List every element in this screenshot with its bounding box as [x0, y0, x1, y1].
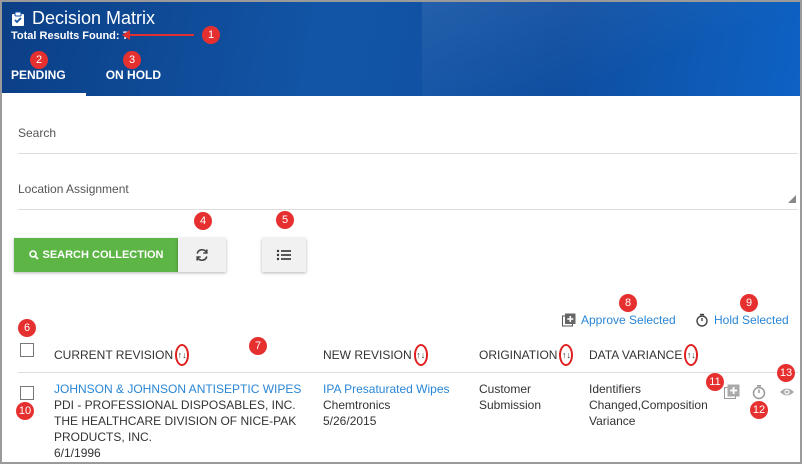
column-label: CURRENT REVISION [54, 348, 174, 362]
list-view-button[interactable] [262, 238, 306, 272]
column-label: DATA VARIANCE [589, 348, 683, 362]
add-box-icon [724, 384, 740, 399]
current-revision-link[interactable]: JOHNSON & JOHNSON ANTISEPTIC WIPES [54, 381, 304, 397]
sort-icon[interactable]: ↑↓ [175, 344, 190, 366]
callout-badge: 6 [18, 319, 36, 337]
current-revision-date: 6/1/1996 [54, 446, 101, 460]
hold-selected-label: Hold Selected [714, 313, 789, 327]
eye-icon [780, 388, 794, 396]
callout-badge: 8 [619, 294, 637, 312]
callout-badge: 12 [750, 401, 768, 419]
column-header-current-revision[interactable]: CURRENT REVISION ↑↓ [54, 344, 190, 366]
row-approve-button[interactable] [724, 384, 740, 400]
search-icon [28, 250, 39, 260]
search-collection-button[interactable]: SEARCH COLLECTION [14, 238, 178, 272]
column-header-origination[interactable]: ORIGINATION ↑↓ [479, 344, 574, 366]
location-assignment-select[interactable] [18, 182, 798, 196]
new-revision-company: Chemtronics [323, 398, 391, 412]
timer-icon [752, 385, 766, 400]
approve-selected-link[interactable]: Approve Selected [562, 313, 676, 327]
results-count: Total Results Found: 7 [11, 30, 129, 42]
callout-badge: 3 [123, 51, 141, 69]
search-collection-label: SEARCH COLLECTION [42, 249, 164, 261]
data-variance-cell: Identifiers Changed,Composition Variance [589, 382, 708, 428]
timer-icon [696, 313, 708, 327]
title-row: Decision Matrix [10, 8, 155, 29]
add-box-icon [562, 313, 576, 327]
current-revision-company: PDI - PROFESSIONAL DISPOSABLES, INC. THE… [54, 398, 297, 444]
current-revision-cell: JOHNSON & JOHNSON ANTISEPTIC WIPES PDI -… [54, 381, 304, 461]
callout-badge: 10 [16, 402, 34, 420]
callout-badge: 11 [706, 373, 724, 391]
search-field [18, 126, 798, 154]
sort-icon[interactable]: ↑↓ [559, 344, 574, 366]
row-view-button[interactable] [779, 384, 795, 400]
new-revision-date: 5/26/2015 [323, 414, 377, 428]
callout-badge: 5 [276, 211, 294, 229]
header-divider [18, 372, 798, 373]
dropdown-corner-icon[interactable] [788, 195, 796, 203]
callout-badge: 9 [740, 294, 758, 312]
row-hold-button[interactable] [751, 384, 767, 400]
search-input[interactable] [18, 126, 798, 140]
callout-badge: 4 [194, 212, 212, 230]
decision-matrix-window: Decision Matrix Total Results Found: 7 P… [0, 0, 802, 464]
approve-selected-label: Approve Selected [581, 313, 676, 327]
refresh-icon [196, 248, 208, 262]
refresh-button[interactable] [178, 238, 226, 272]
new-revision-link[interactable]: IPA Presaturated Wipes [323, 381, 463, 397]
sort-icon[interactable]: ↑↓ [684, 344, 699, 366]
column-header-new-revision[interactable]: NEW REVISION ↑↓ [323, 344, 428, 366]
callout-arrow [122, 30, 194, 40]
origination-cell: Customer Submission [479, 382, 542, 412]
header-banner: Decision Matrix Total Results Found: 7 P… [2, 2, 800, 96]
row-checkbox[interactable] [20, 386, 34, 400]
sort-icon[interactable]: ↑↓ [413, 344, 428, 366]
column-label: NEW REVISION [323, 348, 412, 362]
new-revision-cell: IPA Presaturated Wipes Chemtronics 5/26/… [323, 381, 463, 429]
callout-badge: 2 [30, 51, 48, 69]
callout-badge: 7 [249, 337, 267, 355]
hold-selected-link[interactable]: Hold Selected [695, 313, 789, 327]
tab-bar: PENDING ON HOLD [2, 60, 181, 96]
select-all-checkbox[interactable] [20, 343, 34, 357]
callout-badge: 1 [202, 26, 220, 44]
callout-badge: 13 [777, 364, 795, 382]
column-header-data-variance[interactable]: DATA VARIANCE ↑↓ [589, 344, 699, 366]
list-icon [276, 249, 291, 261]
clipboard-check-icon [12, 11, 24, 26]
column-label: ORIGINATION [479, 348, 558, 362]
page-title: Decision Matrix [32, 8, 156, 28]
location-assignment-field [18, 182, 798, 210]
